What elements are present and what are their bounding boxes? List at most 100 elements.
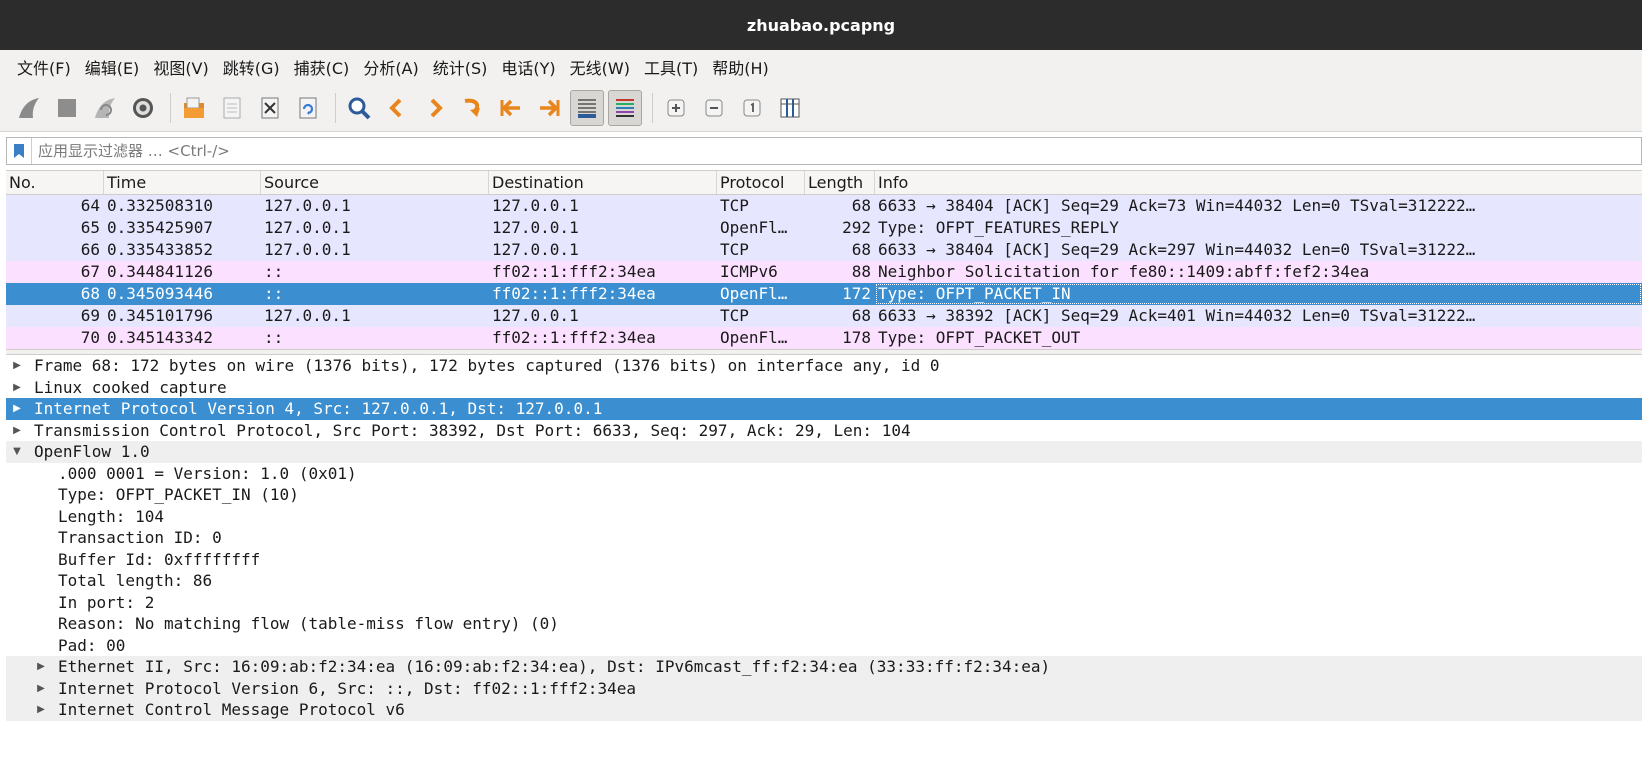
packet-protocol: TCP bbox=[720, 306, 749, 325]
open-file-icon[interactable] bbox=[177, 90, 211, 126]
display-filter-input[interactable] bbox=[32, 138, 1641, 164]
tree-field-total-length[interactable]: Total length: 86 bbox=[6, 570, 1642, 592]
resize-columns-icon[interactable] bbox=[773, 90, 807, 126]
tree-field-in-port[interactable]: In port: 2 bbox=[6, 592, 1642, 614]
colorize-icon[interactable] bbox=[608, 89, 642, 126]
go-to-packet-icon[interactable] bbox=[456, 90, 490, 126]
packet-row[interactable]: 65 0.335425907 127.0.0.1 127.0.0.1 OpenF… bbox=[6, 217, 1642, 239]
packet-source: :: bbox=[264, 328, 284, 347]
tree-row-ipv6[interactable]: ▶ Internet Protocol Version 6, Src: ::, … bbox=[6, 677, 1642, 700]
expand-arrow-icon[interactable]: ▶ bbox=[10, 420, 24, 442]
packet-info: Type: OFPT_FEATURES_REPLY bbox=[878, 218, 1119, 237]
tree-field-reason[interactable]: Reason: No matching flow (table-miss flo… bbox=[6, 613, 1642, 635]
packet-row[interactable]: 64 0.332508310 127.0.0.1 127.0.0.1 TCP 6… bbox=[6, 195, 1642, 217]
packet-info: 6633 → 38392 [ACK] Seq=29 Ack=401 Win=44… bbox=[878, 306, 1476, 325]
tree-row-ipv4[interactable]: ▶ Internet Protocol Version 4, Src: 127.… bbox=[6, 398, 1642, 420]
zoom-out-icon[interactable] bbox=[697, 90, 731, 126]
menu-go[interactable]: 跳转(G) bbox=[223, 55, 280, 79]
tree-row-text: Internet Control Message Protocol v6 bbox=[58, 700, 405, 719]
menu-file[interactable]: 文件(F) bbox=[17, 55, 71, 79]
packet-protocol: TCP bbox=[720, 240, 749, 259]
column-header-destination[interactable]: Destination bbox=[489, 171, 717, 194]
packet-info: Type: OFPT_PACKET_OUT bbox=[878, 328, 1081, 347]
go-back-icon[interactable] bbox=[380, 90, 414, 126]
wireshark-window: zhuabao.pcapng 文件(F) 编辑(E) 视图(V) 跳转(G) 捕… bbox=[0, 0, 1642, 768]
packet-row[interactable]: 67 0.344841126 :: ff02::1:fff2:34ea ICMP… bbox=[6, 261, 1642, 283]
packet-length: 178 bbox=[842, 328, 871, 347]
shark-fin-start-icon[interactable] bbox=[12, 90, 46, 126]
expand-arrow-icon[interactable]: ▶ bbox=[34, 699, 48, 721]
toolbar-separator bbox=[652, 92, 653, 123]
packet-info: Type: OFPT_PACKET_IN bbox=[875, 283, 1642, 305]
packet-length: 292 bbox=[842, 218, 871, 237]
expand-arrow-icon[interactable]: ▶ bbox=[10, 398, 24, 420]
save-file-icon[interactable] bbox=[215, 90, 249, 126]
tree-field-pad[interactable]: Pad: 00 bbox=[6, 635, 1642, 657]
go-forward-icon[interactable] bbox=[418, 90, 452, 126]
tree-field-version[interactable]: .000 0001 = Version: 1.0 (0x01) bbox=[6, 463, 1642, 485]
expand-arrow-icon[interactable]: ▶ bbox=[10, 377, 24, 399]
column-header-time[interactable]: Time bbox=[104, 171, 261, 194]
packet-row[interactable]: 69 0.345101796 127.0.0.1 127.0.0.1 TCP 6… bbox=[6, 305, 1642, 327]
column-header-no[interactable]: No. bbox=[6, 171, 104, 194]
packet-row-selected[interactable]: 68 0.345093446 :: ff02::1:fff2:34ea Open… bbox=[6, 283, 1642, 305]
packet-row[interactable]: 66 0.335433852 127.0.0.1 127.0.0.1 TCP 6… bbox=[6, 239, 1642, 261]
column-header-info[interactable]: Info bbox=[875, 171, 1642, 194]
tree-row-frame[interactable]: ▶ Frame 68: 172 bytes on wire (1376 bits… bbox=[6, 355, 1642, 377]
menu-edit[interactable]: 编辑(E) bbox=[85, 55, 140, 79]
restart-capture-icon[interactable] bbox=[88, 90, 122, 126]
packet-length: 172 bbox=[842, 284, 871, 303]
packet-destination: 127.0.0.1 bbox=[492, 306, 579, 325]
menu-wireless[interactable]: 无线(W) bbox=[570, 55, 630, 79]
zoom-in-icon[interactable] bbox=[659, 90, 693, 126]
collapse-arrow-icon[interactable]: ▼ bbox=[10, 441, 24, 463]
expand-arrow-icon[interactable]: ▶ bbox=[34, 678, 48, 700]
packet-protocol: TCP bbox=[720, 196, 749, 215]
tree-row-icmpv6[interactable]: ▶ Internet Control Message Protocol v6 bbox=[6, 699, 1642, 721]
tree-field-text: Reason: No matching flow (table-miss flo… bbox=[58, 614, 559, 633]
menu-capture[interactable]: 捕获(C) bbox=[294, 55, 350, 79]
packet-destination: ff02::1:fff2:34ea bbox=[492, 284, 656, 303]
packet-list-header: No. Time Source Destination Protocol Len… bbox=[6, 170, 1642, 195]
tree-row-openflow[interactable]: ▼ OpenFlow 1.0 bbox=[6, 441, 1642, 463]
menu-statistics[interactable]: 统计(S) bbox=[433, 55, 488, 79]
tree-field-type[interactable]: Type: OFPT_PACKET_IN (10) bbox=[6, 484, 1642, 506]
expand-arrow-icon[interactable]: ▶ bbox=[34, 656, 48, 678]
packet-protocol: OpenFl… bbox=[720, 328, 788, 347]
reload-file-icon[interactable] bbox=[291, 90, 325, 126]
column-header-protocol[interactable]: Protocol bbox=[717, 171, 805, 194]
close-file-icon[interactable] bbox=[253, 90, 287, 126]
tree-row-text: OpenFlow 1.0 bbox=[34, 442, 150, 461]
packet-protocol: ICMPv6 bbox=[720, 262, 778, 281]
column-header-length[interactable]: Length bbox=[805, 171, 875, 194]
bookmark-icon[interactable] bbox=[7, 138, 32, 164]
menu-tools[interactable]: 工具(T) bbox=[644, 55, 698, 79]
packet-no: 64 bbox=[80, 196, 100, 215]
tree-field-transaction-id[interactable]: Transaction ID: 0 bbox=[6, 527, 1642, 549]
go-last-icon[interactable] bbox=[532, 90, 566, 126]
go-first-icon[interactable] bbox=[494, 90, 528, 126]
tree-field-text: Length: 104 bbox=[58, 506, 164, 526]
tree-row-linux-cooked[interactable]: ▶ Linux cooked capture bbox=[6, 377, 1642, 399]
menu-view[interactable]: 视图(V) bbox=[153, 55, 208, 79]
expand-arrow-icon[interactable]: ▶ bbox=[10, 355, 24, 377]
menu-analyze[interactable]: 分析(A) bbox=[363, 55, 418, 79]
stop-capture-icon[interactable] bbox=[50, 90, 84, 126]
menu-help[interactable]: 帮助(H) bbox=[712, 55, 769, 79]
find-packet-icon[interactable] bbox=[342, 90, 376, 126]
packet-row[interactable]: 70 0.345143342 :: ff02::1:fff2:34ea Open… bbox=[6, 327, 1642, 349]
tree-field-buffer-id[interactable]: Buffer Id: 0xffffffff bbox=[6, 549, 1642, 571]
packet-source: :: bbox=[264, 284, 284, 303]
tree-field-text: Buffer Id: 0xffffffff bbox=[58, 549, 261, 569]
packet-time: 0.335433852 bbox=[107, 240, 213, 259]
column-header-source[interactable]: Source bbox=[261, 171, 489, 194]
capture-options-icon[interactable] bbox=[126, 90, 160, 126]
autoscroll-icon[interactable] bbox=[570, 89, 604, 126]
tree-field-length[interactable]: Length: 104 bbox=[6, 506, 1642, 528]
tree-row-ethernet[interactable]: ▶ Ethernet II, Src: 16:09:ab:f2:34:ea (1… bbox=[6, 656, 1642, 678]
normal-size-icon[interactable] bbox=[735, 90, 769, 126]
packet-protocol: OpenFl… bbox=[720, 284, 788, 303]
menu-telephony[interactable]: 电话(Y) bbox=[501, 55, 555, 79]
tree-field-text: Pad: 00 bbox=[58, 635, 126, 655]
tree-row-tcp[interactable]: ▶ Transmission Control Protocol, Src Por… bbox=[6, 420, 1642, 442]
